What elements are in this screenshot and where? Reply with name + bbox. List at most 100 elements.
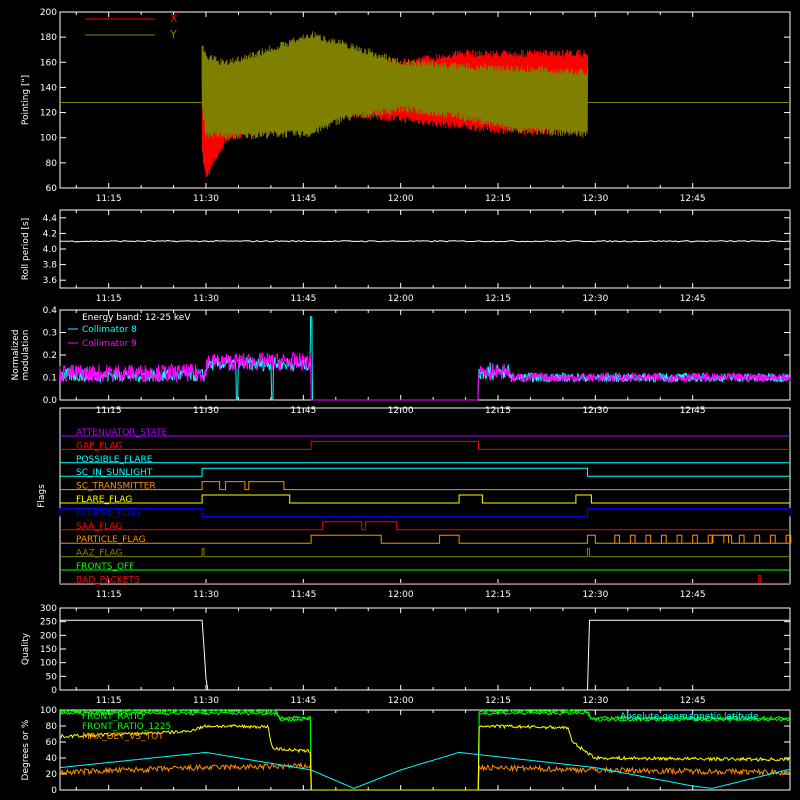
y-tick-label: 40 bbox=[46, 754, 58, 764]
legend-label-collimator-9: Collimator 9 bbox=[82, 339, 137, 349]
legend-label-collimator-8: Collimator 8 bbox=[82, 325, 137, 335]
flag-trace-sc_in_sunlight bbox=[60, 467, 790, 477]
pointing-series-Y bbox=[201, 31, 588, 140]
flag-label-eclipse_flag: ECLIPSE_FLAG bbox=[76, 508, 140, 518]
y-tick-label: 0.1 bbox=[43, 374, 57, 384]
flag-blip bbox=[645, 534, 652, 544]
flag-trace-eclipse_flag bbox=[59, 507, 791, 517]
y-tick-label: 100 bbox=[40, 134, 57, 144]
y-axis-label: Pointing ["] bbox=[21, 75, 31, 125]
y-axis-label: modulation bbox=[21, 330, 31, 381]
y-tick-label: 3.8 bbox=[43, 261, 58, 271]
x-tick-label: 12:15 bbox=[485, 696, 511, 706]
y-tick-label: 200 bbox=[40, 631, 57, 641]
y-tick-label: 80 bbox=[46, 159, 58, 169]
y-tick-label: 80 bbox=[46, 722, 58, 732]
flag-blip bbox=[661, 534, 667, 544]
x-tick-label: 11:45 bbox=[290, 294, 316, 304]
x-tick-label: 11:15 bbox=[96, 590, 122, 600]
x-tick-label: 11:30 bbox=[193, 194, 219, 204]
flag-blip bbox=[676, 534, 683, 544]
quality-series bbox=[60, 619, 790, 691]
x-tick-label: 12:15 bbox=[485, 194, 511, 204]
x-tick-label: 12:00 bbox=[388, 194, 414, 204]
roll-period-series bbox=[59, 240, 791, 243]
summary-plot-svg: 11:15 11:30 11:45 12:00 12:15 12:30 12:45 60 80 1… bbox=[11, 8, 792, 796]
y-tick-label: 4.4 bbox=[43, 214, 58, 224]
flag-trace-saa_flag bbox=[60, 521, 790, 531]
x-tick-label: 12:45 bbox=[680, 590, 706, 600]
x-tick-label: 11:15 bbox=[96, 194, 122, 204]
flag-trace-sc_transmitter bbox=[60, 481, 790, 491]
y-tick-label: 0.0 bbox=[43, 396, 58, 406]
y-tick-label: 3.6 bbox=[43, 276, 58, 286]
x-tick-label: 12:30 bbox=[582, 696, 608, 706]
energy-band-annotation: Energy band: 12-25 keV bbox=[82, 313, 191, 323]
x-tick-label: 12:00 bbox=[388, 696, 414, 706]
flag-trace-bad_packets bbox=[60, 574, 790, 584]
flag-blip bbox=[723, 534, 729, 544]
y-tick-label: 60 bbox=[46, 738, 58, 748]
y-tick-label: 50 bbox=[46, 672, 58, 682]
y-tick-label: 0.4 bbox=[43, 306, 58, 316]
flag-trace-aaz_flag bbox=[60, 548, 790, 558]
latitude-annotation: Absolute geomagnetic latitude bbox=[620, 712, 759, 722]
y-tick-label: 0.3 bbox=[43, 329, 57, 339]
x-tick-label: 11:15 bbox=[96, 696, 122, 706]
x-tick-label: 11:30 bbox=[193, 294, 219, 304]
flag-blip bbox=[754, 534, 761, 544]
flag-blip bbox=[770, 534, 776, 544]
x-tick-label: 11:45 bbox=[290, 696, 316, 706]
y-axis-label: Degrees or % bbox=[21, 719, 31, 780]
x-tick-label: 11:30 bbox=[193, 590, 219, 600]
x-tick-label: 12:30 bbox=[582, 194, 608, 204]
y-tick-label: 100 bbox=[40, 659, 57, 669]
flag-blip bbox=[629, 534, 636, 544]
legend-label-max-det-vs-tot: MAX_DET_VS_TOT bbox=[82, 732, 164, 742]
x-tick-label: 12:45 bbox=[680, 194, 706, 204]
legend-label-Y: Y bbox=[169, 28, 177, 41]
panel-frame-1 bbox=[59, 209, 791, 289]
y-tick-label: 4.2 bbox=[43, 229, 57, 239]
y-tick-label: 140 bbox=[40, 83, 57, 93]
modulation-series-cyan bbox=[59, 316, 791, 401]
x-tick-label: 11:45 bbox=[290, 590, 316, 600]
flag-blip bbox=[614, 534, 620, 544]
x-tick-label: 11:45 bbox=[290, 194, 316, 204]
y-tick-label: 100 bbox=[40, 706, 57, 716]
x-tick-label: 12:15 bbox=[485, 590, 511, 600]
y-axis-label: Roll period [s] bbox=[21, 218, 31, 280]
x-tick-label: 11:30 bbox=[193, 696, 219, 706]
ratio-series-yellow_ratio bbox=[59, 723, 791, 791]
legend-label-front-ratio-1225: FRONT_RATIO_1225 bbox=[82, 722, 171, 732]
y-tick-label: 0 bbox=[51, 786, 57, 796]
legend-label-front-ratio: FRONT_RATIO bbox=[82, 712, 144, 722]
x-tick-label: 12:30 bbox=[582, 294, 608, 304]
flag-trace-flare_flag bbox=[60, 494, 790, 504]
y-tick-label: 150 bbox=[40, 645, 57, 655]
y-axis-label: Normalized bbox=[11, 329, 21, 380]
y-tick-label: 60 bbox=[46, 184, 58, 194]
x-tick-label: 12:00 bbox=[388, 294, 414, 304]
y-tick-label: 20 bbox=[46, 770, 58, 780]
y-tick-label: 120 bbox=[40, 109, 57, 119]
summary-plot: 11:15 11:30 11:45 12:00 12:15 12:30 12:45 60 80 1… bbox=[0, 0, 800, 800]
flag-trace-particle_flag bbox=[60, 534, 790, 544]
x-tick-label: 12:45 bbox=[680, 294, 706, 304]
y-tick-label: 0 bbox=[51, 686, 57, 696]
x-tick-label: 11:15 bbox=[96, 294, 122, 304]
flag-blip bbox=[738, 534, 745, 544]
y-tick-label: 250 bbox=[40, 618, 57, 628]
ratio-series-max_det_vs_tot bbox=[59, 761, 791, 791]
flag-blip bbox=[692, 534, 698, 544]
y-tick-label: 4.0 bbox=[43, 245, 58, 255]
x-tick-label: 12:15 bbox=[485, 294, 511, 304]
y-tick-label: 300 bbox=[40, 604, 57, 614]
panel-frame-2 bbox=[59, 309, 791, 401]
legend-label-X: X bbox=[170, 12, 178, 25]
flag-trace-gap_flag bbox=[60, 440, 790, 450]
y-tick-label: 0.2 bbox=[43, 351, 57, 361]
y-axis-label: Quality bbox=[21, 632, 31, 665]
x-tick-label: 12:45 bbox=[680, 696, 706, 706]
y-tick-label: 160 bbox=[40, 58, 57, 68]
